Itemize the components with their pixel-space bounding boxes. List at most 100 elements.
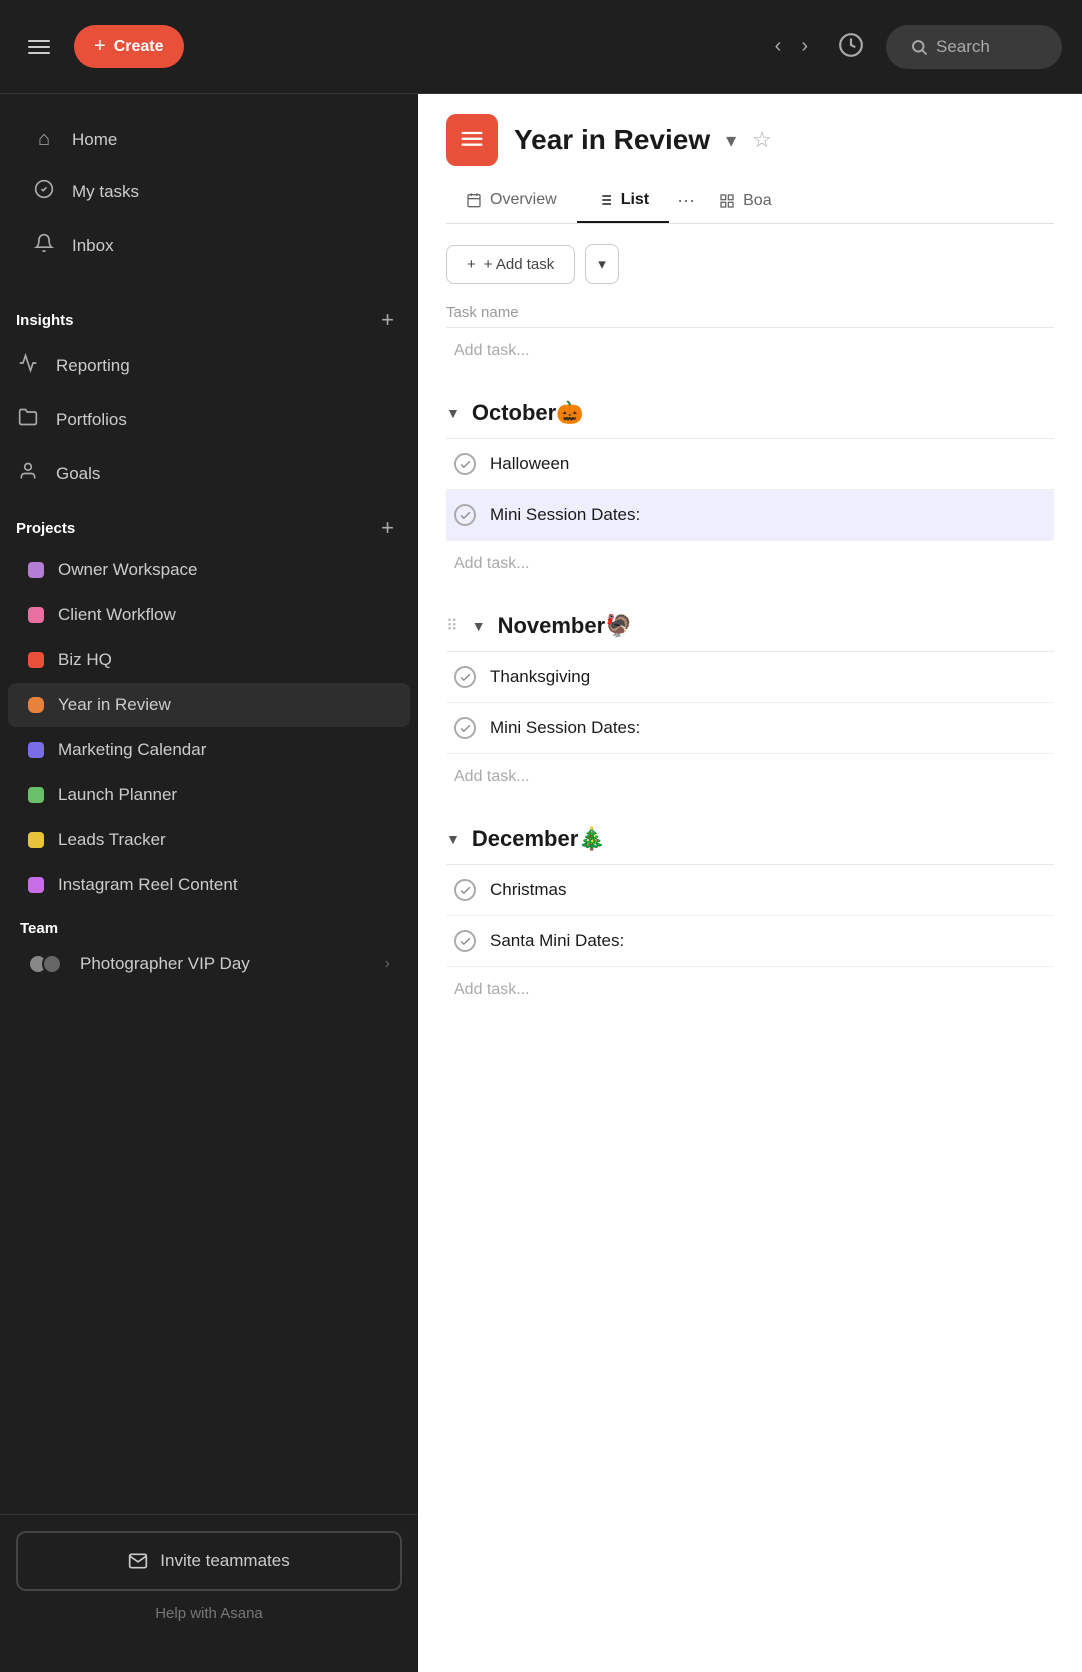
section-october: ▼ October🎃 Halloween [446, 382, 1054, 587]
tab-list[interactable]: List [577, 179, 669, 223]
plus-icon: + [94, 35, 106, 58]
december-collapse-icon[interactable]: ▼ [446, 831, 460, 847]
project-dot-instagram-reel-content [28, 877, 44, 893]
project-item-marketing-calendar[interactable]: Marketing Calendar [8, 728, 410, 772]
section-december: ▼ December🎄 Christmas [446, 808, 1054, 1013]
sidebar-home-label: Home [72, 130, 117, 150]
project-item-owner-workspace[interactable]: Owner Workspace [8, 548, 410, 592]
thanksgiving-label: Thanksgiving [490, 667, 590, 687]
help-link[interactable]: Help with Asana [16, 1591, 402, 1636]
search-button[interactable]: Search [886, 25, 1062, 69]
home-icon: ⌂ [32, 128, 56, 151]
sidebar-inbox-label: Inbox [72, 236, 114, 256]
team-item-photographer-vip-day[interactable]: Photographer VIP Day › [8, 942, 410, 986]
project-dot-launch-planner [28, 787, 44, 803]
section-november-header[interactable]: ⠿ ▼ November🦃 [446, 595, 1054, 651]
tab-board-label: Boa [743, 192, 771, 210]
november-collapse-icon[interactable]: ▼ [472, 618, 486, 634]
tab-board[interactable]: Boa [703, 180, 787, 222]
team-section: Team [0, 908, 418, 941]
add-task-december[interactable]: Add task... [446, 967, 1054, 1013]
invite-teammates-button[interactable]: Invite teammates [16, 1531, 402, 1591]
goals-label: Goals [56, 464, 100, 484]
sidebar-item-my-tasks[interactable]: My tasks [16, 165, 402, 219]
section-december-header[interactable]: ▼ December🎄 [446, 808, 1054, 864]
team-item-label: Photographer VIP Day [80, 954, 250, 974]
sidebar-item-goals[interactable]: Goals [0, 447, 418, 501]
sidebar-item-home[interactable]: ⌂ Home [16, 114, 402, 165]
halloween-check[interactable] [454, 453, 476, 475]
project-icon [446, 114, 498, 166]
santa-mini-dates-check[interactable] [454, 930, 476, 952]
add-task-dropdown-button[interactable]: ▾ [585, 244, 619, 284]
add-task-inline-top[interactable]: Add task... [446, 328, 1054, 374]
sidebar-item-reporting[interactable]: Reporting [0, 339, 418, 393]
project-star-icon[interactable]: ☆ [752, 127, 772, 153]
sidebar: ⌂ Home My tasks [0, 94, 418, 1672]
santa-mini-dates-label: Santa Mini Dates: [490, 931, 624, 951]
insights-items: Reporting Portfolios Goals [0, 339, 418, 501]
task-halloween[interactable]: Halloween [446, 439, 1054, 490]
add-task-row: + + Add task ▾ [446, 224, 1054, 294]
project-item-client-workflow[interactable]: Client Workflow [8, 593, 410, 637]
october-collapse-icon[interactable]: ▼ [446, 405, 460, 421]
create-label: Create [114, 38, 164, 56]
projects-list: Owner Workspace Client Workflow Biz HQ Y… [0, 547, 418, 908]
portfolios-label: Portfolios [56, 410, 127, 430]
projects-label: Projects [16, 520, 75, 537]
create-button[interactable]: + Create [74, 25, 184, 68]
project-dot-marketing-calendar [28, 742, 44, 758]
sidebar-footer: Invite teammates Help with Asana [0, 1514, 418, 1652]
sidebar-item-portfolios[interactable]: Portfolios [0, 393, 418, 447]
christmas-check[interactable] [454, 879, 476, 901]
project-label-launch-planner: Launch Planner [58, 785, 177, 805]
sidebar-navigation: ⌂ Home My tasks [0, 94, 418, 293]
mini-session-nov-check[interactable] [454, 717, 476, 739]
project-dropdown-icon[interactable]: ▾ [726, 128, 736, 153]
mini-session-nov-label: Mini Session Dates: [490, 718, 640, 738]
forward-button[interactable]: › [793, 29, 816, 64]
task-thanksgiving[interactable]: Thanksgiving [446, 652, 1054, 703]
reporting-label: Reporting [56, 356, 130, 376]
task-santa-mini-dates[interactable]: Santa Mini Dates: [446, 916, 1054, 967]
task-mini-session-nov[interactable]: Mini Session Dates: [446, 703, 1054, 754]
tab-more-button[interactable]: ··· [669, 178, 703, 223]
project-dot-biz-hq [28, 652, 44, 668]
goals-icon [16, 461, 40, 487]
history-button[interactable] [832, 26, 870, 67]
mini-session-oct-check[interactable] [454, 504, 476, 526]
project-label-marketing-calendar: Marketing Calendar [58, 740, 206, 760]
project-item-biz-hq[interactable]: Biz HQ [8, 638, 410, 682]
search-label: Search [936, 37, 990, 57]
project-title: Year in Review [514, 124, 710, 156]
project-dot-leads-tracker [28, 832, 44, 848]
portfolios-icon [16, 407, 40, 433]
project-header: Year in Review ▾ ☆ Overview [418, 94, 1082, 224]
project-item-leads-tracker[interactable]: Leads Tracker [8, 818, 410, 862]
task-mini-session-oct[interactable]: Mini Session Dates: [446, 490, 1054, 541]
november-drag-handle[interactable]: ⠿ [446, 616, 458, 636]
december-title: December🎄 [472, 826, 606, 852]
insights-label: Insights [16, 312, 74, 329]
project-item-year-in-review[interactable]: Year in Review [8, 683, 410, 727]
project-dot-owner-workspace [28, 562, 44, 578]
tab-overview[interactable]: Overview [446, 179, 577, 223]
add-task-november[interactable]: Add task... [446, 754, 1054, 800]
thanksgiving-check[interactable] [454, 666, 476, 688]
project-item-instagram-reel-content[interactable]: Instagram Reel Content [8, 863, 410, 907]
tabs-row: Overview List ··· [446, 178, 1054, 224]
insights-add-button[interactable]: + [373, 305, 402, 335]
section-october-header[interactable]: ▼ October🎃 [446, 382, 1054, 438]
back-button[interactable]: ‹ [767, 29, 790, 64]
add-task-button[interactable]: + + Add task [446, 245, 575, 284]
project-item-launch-planner[interactable]: Launch Planner [8, 773, 410, 817]
my-tasks-icon [32, 179, 56, 205]
hamburger-button[interactable] [20, 32, 58, 62]
sidebar-item-inbox[interactable]: Inbox [16, 219, 402, 273]
add-task-october[interactable]: Add task... [446, 541, 1054, 587]
top-nav: + Create ‹ › Search [0, 0, 1082, 94]
projects-add-button[interactable]: + [373, 513, 402, 543]
task-christmas[interactable]: Christmas [446, 865, 1054, 916]
add-task-label: + Add task [484, 256, 554, 273]
november-title: November🦃 [498, 613, 633, 639]
